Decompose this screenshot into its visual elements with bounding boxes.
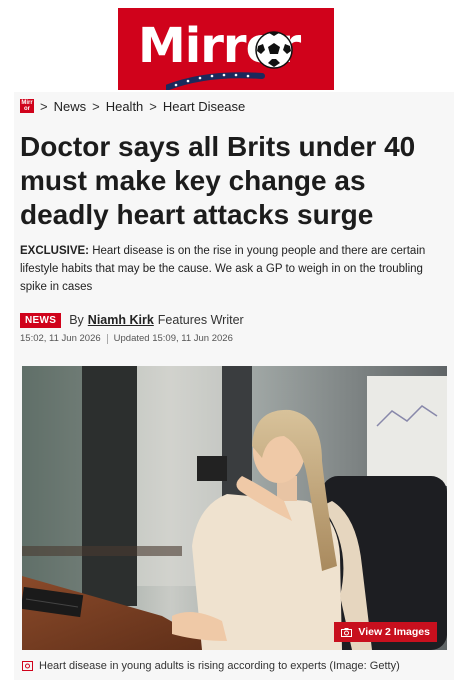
breadcrumb-health[interactable]: Health	[106, 99, 144, 114]
view-images-button[interactable]: View 2 Images	[334, 622, 437, 642]
camera-icon	[22, 661, 33, 671]
photo-illustration	[22, 366, 447, 650]
author-role: Features Writer	[157, 313, 244, 327]
mirror-logo[interactable]: Mirror	[118, 8, 334, 90]
breadcrumb-news[interactable]: News	[54, 99, 87, 114]
star-trail-icon	[166, 72, 265, 90]
view-images-label: View 2 Images	[358, 626, 430, 638]
breadcrumb: Mirr or > News > Health > Heart Disease	[20, 97, 245, 115]
article-dates: 15:02, 11 Jun 2026 Updated 15:09, 11 Jun…	[20, 333, 233, 344]
date-divider	[106, 333, 108, 344]
updated-time: Updated 15:09, 11 Jun 2026	[113, 333, 233, 344]
breadcrumb-heart-disease[interactable]: Heart Disease	[163, 99, 245, 114]
byline: NEWS By Niamh Kirk Features Writer	[20, 311, 244, 329]
byline-prefix: By	[69, 313, 84, 327]
breadcrumb-separator: >	[40, 98, 48, 114]
breadcrumb-separator: >	[149, 98, 157, 114]
exclusive-label: EXCLUSIVE:	[20, 245, 90, 257]
article-headline: Doctor says all Brits under 40 must make…	[20, 131, 416, 230]
article-standfirst: EXCLUSIVE: Heart disease is on the rise …	[20, 242, 440, 296]
mirror-small-logo[interactable]: Mirr or	[20, 99, 34, 113]
football-icon	[255, 31, 293, 69]
article-photo[interactable]: View 2 Images	[22, 366, 447, 650]
category-badge[interactable]: NEWS	[20, 312, 62, 328]
published-time: 15:02, 11 Jun 2026	[20, 333, 101, 344]
camera-icon	[341, 627, 353, 637]
breadcrumb-separator: >	[92, 98, 100, 114]
author-link[interactable]: Niamh Kirk	[88, 313, 154, 327]
photo-caption: Heart disease in young adults is rising …	[22, 660, 400, 672]
caption-text: Heart disease in young adults is rising …	[39, 660, 400, 672]
